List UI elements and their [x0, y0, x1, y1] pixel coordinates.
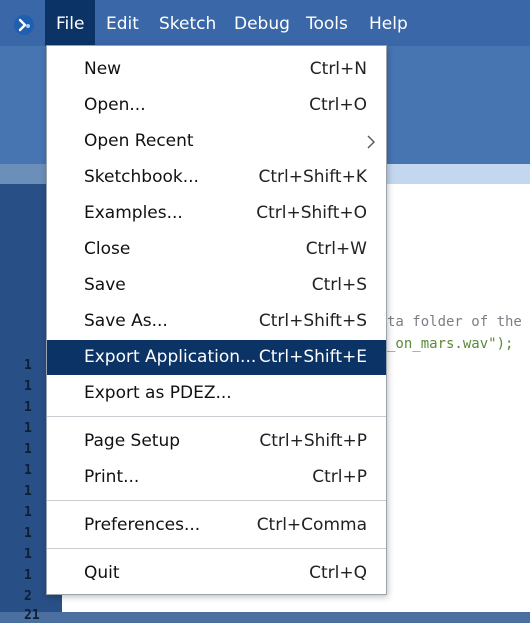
menu-item-export-pdez[interactable]: Export as PDEZ... [47, 376, 386, 411]
menu-item-open[interactable]: Open... Ctrl+O [47, 88, 386, 123]
processing-app-icon[interactable] [13, 14, 35, 36]
menu-item-shortcut: Ctrl+Shift+K [258, 167, 367, 187]
menu-item-save-as[interactable]: Save As... Ctrl+Shift+S [47, 304, 386, 339]
menu-separator [47, 416, 386, 417]
menu-item-shortcut: Ctrl+Q [309, 563, 367, 583]
menu-item-label: Sketchbook... [84, 167, 199, 187]
menu-item-shortcut: Ctrl+S [311, 275, 367, 295]
menu-item-preferences[interactable]: Preferences... Ctrl+Comma [47, 508, 386, 543]
menu-item-open-recent[interactable]: Open Recent [47, 124, 386, 159]
menu-item-label: Close [84, 239, 131, 259]
menu-separator [47, 548, 386, 549]
menu-item-close[interactable]: Close Ctrl+W [47, 232, 386, 267]
menu-item-examples[interactable]: Examples... Ctrl+Shift+O [47, 196, 386, 231]
line-number: 21 [24, 608, 40, 623]
menu-item-sketchbook[interactable]: Sketchbook... Ctrl+Shift+K [47, 160, 386, 195]
menu-help[interactable]: Help [358, 0, 419, 46]
menu-item-label: Export Application... [84, 347, 257, 367]
code-comment: ta folder of the [387, 314, 522, 330]
file-menu-dropdown: New Ctrl+N Open... Ctrl+O Open Recent Sk… [46, 45, 387, 595]
menu-item-new[interactable]: New Ctrl+N [47, 52, 386, 87]
menu-item-shortcut: Ctrl+Comma [256, 515, 367, 535]
menu-item-shortcut: Ctrl+O [309, 95, 367, 115]
menu-item-quit[interactable]: Quit Ctrl+Q [47, 556, 386, 591]
menu-item-label: Examples... [84, 203, 183, 223]
menu-item-shortcut: Ctrl+Shift+S [258, 311, 367, 331]
menu-item-label: Open... [84, 95, 146, 115]
menu-item-label: Preferences... [84, 515, 201, 535]
menu-item-export-application[interactable]: Export Application... Ctrl+Shift+E [47, 340, 386, 375]
menu-item-label: Save [84, 275, 126, 295]
menu-item-shortcut: Ctrl+Shift+O [256, 203, 367, 223]
menu-sketch[interactable]: Sketch [148, 0, 227, 46]
menu-item-label: New [84, 59, 122, 79]
menu-item-shortcut: Ctrl+W [305, 239, 367, 259]
menu-item-shortcut: Ctrl+P [312, 467, 367, 487]
menu-edit[interactable]: Edit [95, 0, 150, 46]
menu-item-label: Open Recent [84, 131, 194, 151]
menu-bar: File Edit Sketch Debug Tools Help [0, 0, 530, 46]
menu-item-label: Quit [84, 563, 120, 583]
menu-item-shortcut: Ctrl+N [309, 59, 367, 79]
menu-item-label: Page Setup [84, 431, 181, 451]
menu-tools[interactable]: Tools [295, 0, 359, 46]
menu-file[interactable]: File [45, 0, 95, 46]
menu-item-label: Export as PDEZ... [84, 383, 232, 403]
code-string: _on_mars.wav"); [387, 336, 514, 352]
menu-item-save[interactable]: Save Ctrl+S [47, 268, 386, 303]
menu-separator [47, 500, 386, 501]
menu-item-page-setup[interactable]: Page Setup Ctrl+Shift+P [47, 424, 386, 459]
menu-item-label: Print... [84, 467, 140, 487]
menu-item-shortcut: Ctrl+Shift+P [259, 431, 367, 451]
menu-item-label: Save As... [84, 311, 168, 331]
menu-debug[interactable]: Debug [223, 0, 301, 46]
menu-item-shortcut: Ctrl+Shift+E [258, 347, 367, 367]
chevron-right-icon [367, 135, 375, 149]
menu-item-print[interactable]: Print... Ctrl+P [47, 460, 386, 495]
